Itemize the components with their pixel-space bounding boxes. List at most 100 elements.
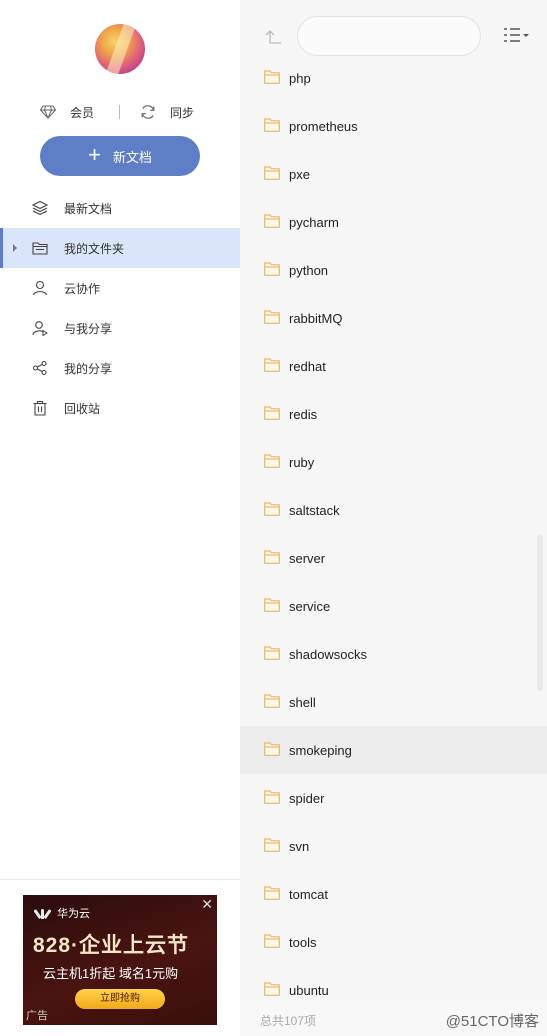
folder-name: tomcat — [289, 886, 329, 902]
back-up-icon[interactable] — [264, 28, 282, 44]
folder-row[interactable]: service — [240, 582, 547, 630]
layers-icon — [32, 200, 48, 216]
folder-row[interactable]: saltstack — [240, 486, 547, 534]
close-icon[interactable]: ✕ — [201, 897, 213, 911]
folder-row[interactable]: pycharm — [240, 198, 547, 246]
folder-row[interactable]: php — [240, 54, 547, 102]
folder-row[interactable]: ruby — [240, 438, 547, 486]
folder-icon — [264, 454, 280, 468]
sidebar: 会员 同步 + 新文档 最新文档 我的文件夹 云协作 与我分享 我的分享 回收站… — [0, 0, 240, 1036]
folder-name: tools — [289, 934, 317, 950]
folder-name: svn — [289, 838, 310, 854]
folder-icon — [264, 358, 280, 372]
search-input[interactable] — [297, 16, 481, 56]
sidebar-item-label: 最新文档 — [64, 201, 113, 216]
trash-icon — [33, 400, 47, 416]
folder-icon — [264, 934, 280, 948]
folder-row[interactable]: pxe — [240, 150, 547, 198]
folder-row[interactable]: python — [240, 246, 547, 294]
folder-icon — [32, 242, 48, 255]
folder-icon — [264, 502, 280, 516]
folder-name: shadowsocks — [289, 646, 368, 662]
folder-icon — [264, 262, 280, 276]
folder-icon — [264, 838, 280, 852]
folder-icon — [264, 982, 280, 996]
folder-row[interactable]: smokeping — [240, 726, 547, 774]
item-count: 总共107项 — [260, 1014, 317, 1028]
folder-name: php — [289, 70, 311, 86]
plus-icon: + — [88, 142, 101, 167]
ad-tag: 广告 — [26, 1010, 48, 1022]
folder-name: ubuntu — [289, 982, 329, 998]
ad-title: 828·企业上云节 — [33, 934, 190, 957]
folder-row[interactable]: redhat — [240, 342, 547, 390]
shared-with-me-icon — [32, 321, 48, 336]
divider — [119, 105, 120, 119]
folder-icon — [264, 790, 280, 804]
folder-icon — [264, 310, 280, 324]
folder-row[interactable]: server — [240, 534, 547, 582]
avatar[interactable] — [95, 24, 145, 74]
new-document-button[interactable]: + 新文档 — [40, 136, 200, 176]
sidebar-item-label: 回收站 — [64, 401, 101, 416]
sync-button[interactable]: 同步 — [140, 100, 194, 124]
folder-icon — [264, 70, 280, 84]
folder-list: php prometheus pxe pycharm python rabbitMQ red… — [240, 54, 547, 1014]
ad-banner[interactable]: ✕ 华为云 828·企业上云节 云主机1折起 域名1元购 立即抢购 广告 — [23, 895, 217, 1025]
folder-icon — [264, 598, 280, 612]
status-bar: 总共107项 @51CTO博客 — [240, 1000, 547, 1036]
sidebar-item-recycle-bin[interactable]: 回收站 — [0, 388, 240, 428]
watermark: @51CTO博客 — [445, 1013, 539, 1030]
sidebar-item-my-shares[interactable]: 我的分享 — [0, 348, 240, 388]
folder-name: rabbitMQ — [289, 310, 343, 326]
sync-label: 同步 — [170, 105, 195, 120]
advertisement: ✕ 华为云 828·企业上云节 云主机1折起 域名1元购 立即抢购 广告 — [0, 879, 240, 1036]
folder-row[interactable]: shell — [240, 678, 547, 726]
folder-row[interactable]: tomcat — [240, 870, 547, 918]
folder-name: saltstack — [289, 502, 340, 518]
folder-icon — [264, 406, 280, 420]
folder-name: pxe — [289, 166, 310, 182]
expand-caret-icon[interactable] — [13, 244, 17, 252]
ad-brand: 华为云 — [33, 905, 90, 921]
folder-name: smokeping — [289, 742, 352, 758]
folder-name: ruby — [289, 454, 315, 470]
folder-row[interactable]: spider — [240, 774, 547, 822]
folder-name: python — [289, 262, 329, 278]
sidebar-item-shared-with-me[interactable]: 与我分享 — [0, 308, 240, 348]
folder-icon — [264, 646, 280, 660]
ad-buy-button[interactable]: 立即抢购 — [75, 989, 165, 1009]
user-icon — [32, 280, 48, 296]
folder-row[interactable]: rabbitMQ — [240, 294, 547, 342]
sidebar-item-label: 云协作 — [64, 281, 101, 296]
diamond-icon — [40, 105, 56, 119]
list-view-icon[interactable] — [502, 27, 530, 43]
folder-name: service — [289, 598, 331, 614]
new-document-label: 新文档 — [112, 149, 152, 165]
folder-row[interactable]: prometheus — [240, 102, 547, 150]
member-button[interactable]: 会员 — [40, 100, 94, 124]
scrollbar[interactable] — [537, 535, 543, 691]
sidebar-item-cloud-collab[interactable]: 云协作 — [0, 268, 240, 308]
folder-icon — [264, 742, 280, 756]
folder-row[interactable]: shadowsocks — [240, 630, 547, 678]
sidebar-item-my-folders[interactable]: 我的文件夹 — [0, 228, 240, 268]
sidebar-item-latest-docs[interactable]: 最新文档 — [0, 188, 240, 228]
folder-row[interactable]: svn — [240, 822, 547, 870]
member-label: 会员 — [70, 105, 95, 120]
sidebar-item-label: 与我分享 — [64, 321, 113, 336]
huawei-logo-icon — [33, 907, 52, 919]
folder-name: server — [289, 550, 326, 566]
folder-name: prometheus — [289, 118, 358, 134]
folder-icon — [264, 118, 280, 132]
folder-icon — [264, 550, 280, 564]
folder-row[interactable]: redis — [240, 390, 547, 438]
folder-icon — [264, 214, 280, 228]
share-icon — [32, 360, 47, 376]
sidebar-nav: 最新文档 我的文件夹 云协作 与我分享 我的分享 回收站 — [0, 188, 240, 428]
folder-name: spider — [289, 790, 325, 806]
folder-name: redhat — [289, 358, 326, 374]
sync-icon — [141, 105, 155, 119]
file-list-panel: php prometheus pxe pycharm python rabbitMQ red… — [240, 0, 547, 1036]
folder-row[interactable]: tools — [240, 918, 547, 966]
